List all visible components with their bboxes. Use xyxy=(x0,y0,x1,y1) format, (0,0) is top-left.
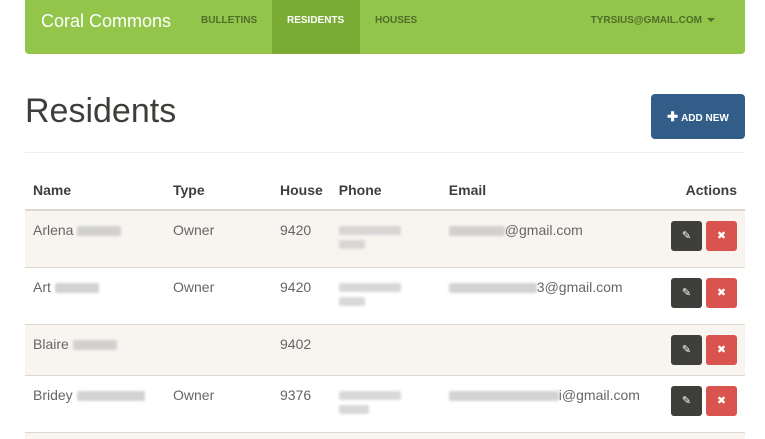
email-cell: i@gmail.com xyxy=(440,374,657,432)
redacted-last-name xyxy=(76,390,145,401)
table-header-row: Name Type House Phone Email Actions xyxy=(25,171,745,211)
type-cell: Owner xyxy=(165,374,272,432)
plus-icon: ✚ xyxy=(667,108,679,124)
edit-icon: ✎ xyxy=(681,230,692,242)
name-cell: Blaire xyxy=(25,323,165,375)
column-header-name[interactable]: Name xyxy=(25,171,165,211)
table-row xyxy=(25,431,745,439)
redacted-last-name xyxy=(54,282,99,293)
email-cell: @gmail.com xyxy=(440,209,657,267)
table-row: Arlena Owner 9420 @gmail.com ✎ ✖ xyxy=(25,209,745,267)
redacted-phone xyxy=(338,226,401,235)
delete-button[interactable]: ✖ xyxy=(706,385,737,416)
nav-bulletins[interactable]: BULLETINS xyxy=(186,0,272,54)
edit-icon: ✎ xyxy=(681,394,692,407)
email-cell: 3@gmail.com xyxy=(440,266,657,324)
email-cell xyxy=(440,323,657,375)
actions-cell: ✎ ✖ xyxy=(656,266,745,324)
redacted-phone xyxy=(338,404,369,414)
name-cell: Art xyxy=(25,266,165,324)
house-cell: 9420 xyxy=(272,209,331,267)
brand-title[interactable]: Coral Commons xyxy=(41,11,171,32)
name-cell: Arlena xyxy=(25,209,165,267)
page-title: Residents xyxy=(25,92,177,130)
table-row: Blaire 9402 ✎ ✖ xyxy=(25,323,745,375)
redacted-email xyxy=(448,390,559,401)
house-cell: 9376 xyxy=(272,374,331,432)
first-name: Arlena xyxy=(33,222,74,238)
edit-icon: ✎ xyxy=(681,286,692,299)
close-icon: ✖ xyxy=(716,230,727,242)
actions-cell: ✎ ✖ xyxy=(656,209,745,267)
redacted-phone xyxy=(338,296,365,306)
table-row: Bridey Owner 9376 i@gmail.com ✎ ✖ xyxy=(25,374,745,432)
nav-houses[interactable]: HOUSES xyxy=(360,0,432,54)
name-cell: Bridey xyxy=(25,374,165,432)
redacted-last-name xyxy=(77,226,122,237)
redacted-email xyxy=(448,282,537,293)
nav-residents[interactable]: RESIDENTS xyxy=(272,0,360,54)
top-navbar: Coral Commons BULLETINS RESIDENTS HOUSES… xyxy=(25,0,745,54)
header-divider xyxy=(25,152,745,153)
type-cell xyxy=(165,323,272,375)
redacted-phone xyxy=(338,390,401,400)
type-cell: Owner xyxy=(165,209,272,267)
add-new-button[interactable]: ✚ ADD NEW xyxy=(651,94,745,139)
partial-row-cell xyxy=(25,431,745,439)
house-cell: 9420 xyxy=(272,266,331,324)
residents-table: Name Type House Phone Email Actions Arle… xyxy=(25,171,745,439)
email-suffix: i@gmail.com xyxy=(558,386,640,403)
add-new-label: ADD NEW xyxy=(681,112,729,124)
user-menu[interactable]: TYRSIUS@GMAIL.COM xyxy=(591,0,715,54)
edit-button[interactable]: ✎ xyxy=(671,385,702,416)
first-name: Blaire xyxy=(33,335,69,352)
edit-button[interactable]: ✎ xyxy=(671,277,702,308)
column-header-phone[interactable]: Phone xyxy=(330,171,441,211)
delete-button[interactable]: ✖ xyxy=(706,334,737,365)
redacted-phone xyxy=(338,282,401,292)
actions-cell: ✎ ✖ xyxy=(656,374,745,432)
phone-cell xyxy=(330,266,441,324)
close-icon: ✖ xyxy=(716,394,727,407)
phone-cell xyxy=(330,374,441,432)
first-name: Bridey xyxy=(33,386,73,403)
email-suffix: @gmail.com xyxy=(504,222,583,238)
delete-button[interactable]: ✖ xyxy=(706,221,737,251)
first-name: Art xyxy=(33,278,51,295)
type-cell: Owner xyxy=(165,266,272,324)
redacted-last-name xyxy=(72,339,117,350)
column-header-house[interactable]: House xyxy=(272,171,331,211)
close-icon: ✖ xyxy=(716,286,727,299)
phone-cell xyxy=(330,323,441,375)
column-header-email[interactable]: Email xyxy=(440,171,657,211)
phone-cell xyxy=(330,209,441,267)
edit-button[interactable]: ✎ xyxy=(671,334,702,365)
chevron-down-icon xyxy=(707,18,715,23)
column-header-type[interactable]: Type xyxy=(165,171,272,211)
edit-icon: ✎ xyxy=(681,343,692,356)
close-icon: ✖ xyxy=(716,343,727,356)
column-header-actions: Actions xyxy=(656,171,745,211)
delete-button[interactable]: ✖ xyxy=(706,277,737,308)
redacted-phone xyxy=(338,240,365,249)
table-row: Art Owner 9420 3@gmail.com ✎ ✖ xyxy=(25,266,745,324)
house-cell: 9402 xyxy=(272,323,331,375)
redacted-email xyxy=(448,226,505,237)
actions-cell: ✎ ✖ xyxy=(656,323,745,375)
email-suffix: 3@gmail.com xyxy=(536,278,623,295)
user-email: TYRSIUS@GMAIL.COM xyxy=(590,15,702,26)
edit-button[interactable]: ✎ xyxy=(671,221,702,251)
